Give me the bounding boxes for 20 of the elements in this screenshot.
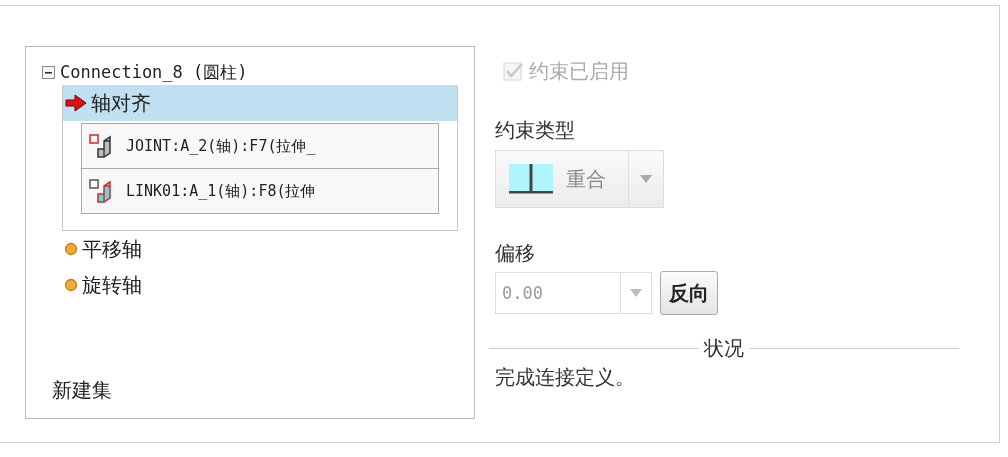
- arrow-icon: [65, 94, 87, 112]
- reference-item[interactable]: JOINT:A_2(轴):F7(拉伸_: [82, 124, 438, 169]
- dot-icon: [64, 242, 78, 256]
- constraint-type-label: 约束类型: [495, 117, 575, 144]
- reference-item[interactable]: LINK01:A_1(轴):F8(拉伸: [82, 169, 438, 213]
- status-heading: 状况: [704, 335, 744, 362]
- caret-icon: [630, 289, 642, 297]
- collapse-icon[interactable]: [42, 65, 55, 79]
- flip-button[interactable]: 反向: [660, 271, 718, 315]
- constraint-item[interactable]: 平移轴: [62, 231, 458, 267]
- constraint-item[interactable]: 旋转轴: [62, 267, 458, 303]
- offset-label: 偏移: [495, 240, 535, 267]
- dot-icon: [64, 278, 78, 292]
- new-set-link[interactable]: 新建集: [52, 377, 112, 404]
- status-message: 完成连接定义。: [495, 364, 635, 391]
- tree-item[interactable]: Connection_8 (圆柱): [60, 60, 248, 84]
- checkbox-icon: [503, 61, 523, 82]
- caret-icon: [640, 175, 652, 183]
- coincident-icon: [508, 163, 554, 195]
- constraint-item[interactable]: 轴对齐: [63, 85, 457, 121]
